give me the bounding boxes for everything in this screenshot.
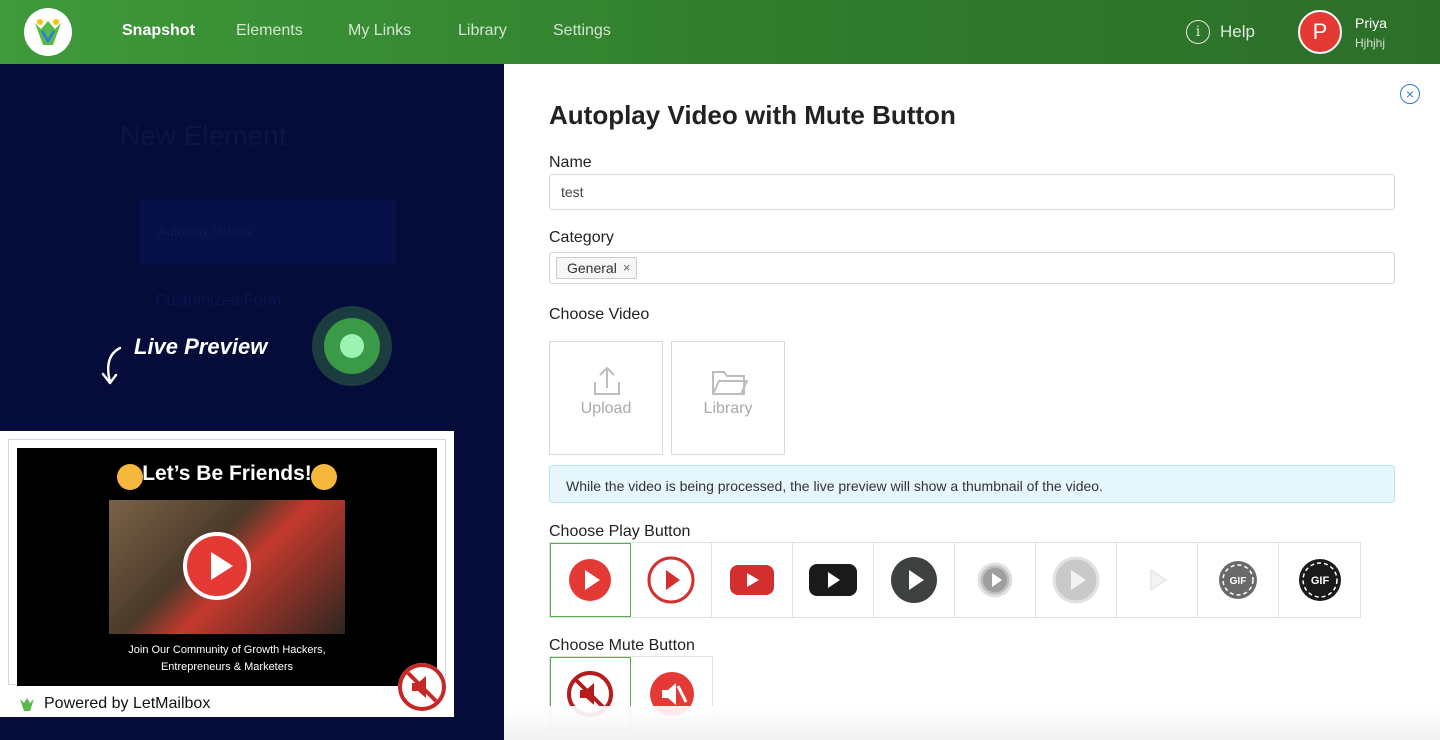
play-option-red-outline[interactable] bbox=[631, 543, 712, 617]
grey-ring-play-icon bbox=[977, 562, 1013, 598]
play-option-faint[interactable] bbox=[1117, 543, 1198, 617]
live-indicator-dot bbox=[340, 334, 364, 358]
category-label: Category bbox=[549, 229, 614, 246]
play-option-gif-grey[interactable]: GIF bbox=[1198, 543, 1279, 617]
category-tag-label: General bbox=[567, 260, 617, 276]
mute-button-label: Choose Mute Button bbox=[549, 637, 695, 654]
background-title: New Element bbox=[120, 120, 287, 151]
letmailbox-logo-icon bbox=[20, 698, 34, 711]
category-select[interactable]: General × bbox=[549, 252, 1395, 284]
page-title: Autoplay Video with Mute Button bbox=[549, 100, 956, 130]
name-label: Name bbox=[549, 154, 592, 171]
play-button-label: Choose Play Button bbox=[549, 523, 691, 540]
hug-emoji-icon bbox=[311, 464, 337, 490]
remove-tag-icon[interactable]: × bbox=[623, 260, 631, 278]
play-option-red-circle[interactable] bbox=[550, 543, 631, 617]
gif-grey-icon: GIF bbox=[1219, 561, 1257, 599]
light-grey-play-icon bbox=[1052, 556, 1100, 604]
dark-play-icon bbox=[891, 557, 937, 603]
preview-card: Let’s Be Friends! Join Our Community of … bbox=[0, 431, 454, 717]
live-preview-label: Live Preview bbox=[134, 334, 268, 359]
avatar[interactable]: P bbox=[1298, 10, 1342, 54]
gif-black-icon: GIF bbox=[1298, 559, 1341, 601]
top-navbar: Snapshot Elements My Links Library Setti… bbox=[0, 0, 1440, 64]
video-preview[interactable]: Let’s Be Friends! Join Our Community of … bbox=[17, 448, 437, 686]
video-title: Let’s Be Friends! bbox=[142, 462, 312, 485]
play-option-dark-circle[interactable] bbox=[874, 543, 955, 617]
element-form-panel: × Autoplay Video with Mute Button Name t… bbox=[504, 64, 1440, 740]
video-thumbnail bbox=[109, 500, 345, 634]
user-name[interactable]: Priya bbox=[1355, 15, 1387, 31]
name-input[interactable]: test bbox=[549, 174, 1395, 210]
youtube-black-icon bbox=[809, 564, 857, 596]
play-option-light-grey[interactable] bbox=[1036, 543, 1117, 617]
svg-text:GIF: GIF bbox=[1230, 576, 1247, 587]
upload-icon bbox=[594, 366, 620, 395]
nav-snapshot[interactable]: Snapshot bbox=[122, 22, 195, 40]
play-option-grey-ring[interactable] bbox=[955, 543, 1036, 617]
svg-text:GIF: GIF bbox=[1310, 575, 1329, 587]
background-item: Autoplay Videos bbox=[158, 224, 252, 239]
youtube-red-icon bbox=[730, 565, 774, 595]
powered-by-text: Powered by LetMailbox bbox=[44, 695, 211, 712]
powered-by[interactable]: Powered by LetMailbox bbox=[18, 695, 210, 713]
video-caption-line-1: Join Our Community of Growth Hackers, bbox=[128, 644, 326, 656]
mute-button-icon[interactable] bbox=[398, 663, 446, 711]
help-label: Help bbox=[1220, 22, 1255, 41]
background-item-2: Customized Form bbox=[155, 292, 282, 309]
preview-panel: New Element Autoplay Videos Customized F… bbox=[0, 64, 504, 740]
play-button-options: GIF GIF bbox=[549, 542, 1361, 618]
help-link[interactable]: i Help bbox=[1186, 20, 1255, 44]
bottom-fade bbox=[504, 706, 1440, 740]
logo-icon bbox=[35, 19, 61, 45]
app-logo[interactable] bbox=[24, 8, 72, 56]
upload-button[interactable]: Upload bbox=[549, 341, 663, 455]
nav-settings[interactable]: Settings bbox=[553, 22, 611, 40]
close-icon[interactable]: × bbox=[1400, 84, 1420, 104]
live-indicator bbox=[312, 306, 392, 386]
red-play-icon bbox=[569, 559, 611, 601]
info-icon: i bbox=[1186, 20, 1210, 44]
nav-library[interactable]: Library bbox=[458, 22, 507, 40]
red-outline-play-icon bbox=[647, 556, 695, 604]
live-indicator-ring bbox=[324, 318, 380, 374]
user-subtitle: Hjhjhj bbox=[1355, 36, 1386, 50]
choose-video-label: Choose Video bbox=[549, 306, 650, 323]
processing-info-alert: While the video is being processed, the … bbox=[549, 465, 1395, 503]
faint-play-icon bbox=[1150, 568, 1168, 592]
play-option-youtube-red[interactable] bbox=[712, 543, 793, 617]
play-option-gif-black[interactable]: GIF bbox=[1279, 543, 1360, 617]
folder-icon bbox=[712, 371, 749, 395]
category-tag: General × bbox=[556, 257, 638, 279]
video-caption-line-2: Entrepreneurs & Marketers bbox=[160, 661, 294, 673]
preview-frame: Let’s Be Friends! Join Our Community of … bbox=[8, 439, 446, 686]
nav-elements[interactable]: Elements bbox=[236, 22, 303, 40]
video-caption: Join Our Community of Growth Hackers, En… bbox=[17, 642, 437, 676]
upload-label: Upload bbox=[580, 400, 632, 417]
library-label: Library bbox=[703, 400, 753, 417]
library-button[interactable]: Library bbox=[671, 341, 785, 455]
curved-arrow-icon bbox=[101, 346, 122, 385]
play-button-icon[interactable] bbox=[183, 532, 251, 600]
play-option-youtube-black[interactable] bbox=[793, 543, 874, 617]
nav-my-links[interactable]: My Links bbox=[348, 22, 411, 40]
